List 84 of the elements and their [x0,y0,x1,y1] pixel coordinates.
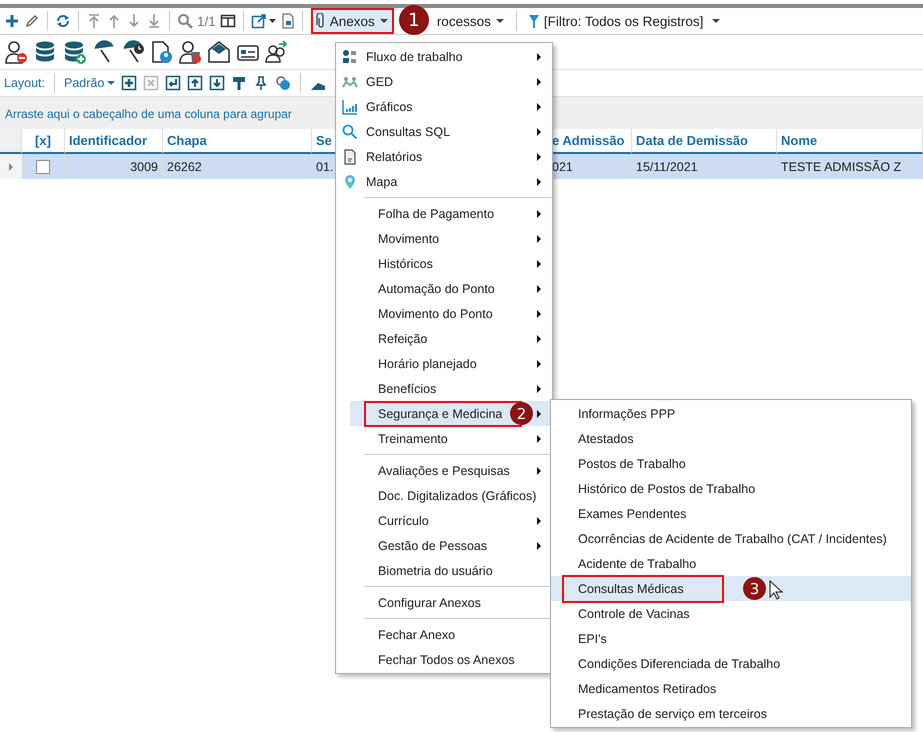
users-arrow-icon[interactable] [265,40,289,64]
workflow-icon [342,48,358,64]
table-cell: 26262 [163,154,312,179]
menu-item[interactable]: Históricos [350,251,550,276]
table-cell: 3009 [65,154,163,179]
first-record-icon[interactable] [86,13,102,29]
menu-item[interactable]: Fluxo de trabalho [336,44,550,69]
menu-item[interactable]: Biometria do usuário [350,558,550,583]
menu-item[interactable]: EPI's [551,626,911,651]
move-down-icon[interactable] [209,75,226,91]
pencil-icon[interactable] [24,13,40,29]
last-record-icon[interactable] [146,13,162,29]
step-badge: 3 [743,577,766,600]
enter-icon[interactable] [165,75,182,91]
menu-item[interactable]: Consultas SQL [336,119,550,144]
document-user-icon[interactable] [149,40,173,64]
menu-item[interactable]: Avaliações e Pesquisas [350,458,550,483]
add-icon[interactable] [4,13,20,29]
user-remove-icon[interactable] [4,40,28,64]
step-badge: 1 [398,5,429,35]
table-cell: 15/11/2021 [632,154,777,179]
menu-item[interactable]: Treinamento [350,426,550,451]
export-icon[interactable] [250,13,277,29]
menu-item[interactable]: Medicamentos Retirados [551,676,911,701]
menu-item[interactable]: Acidente de Trabalho [551,551,911,576]
menu-item[interactable]: Atestados [551,426,911,451]
menu-item[interactable]: Prestação de serviço em terceiros [551,701,911,726]
caret-icon [494,17,505,25]
columns-icon[interactable] [220,13,236,29]
menu-item[interactable]: Benefícios [350,376,550,401]
paperclip-icon [316,13,326,29]
refresh-icon[interactable] [55,13,71,29]
menu-item[interactable]: Horário planejado [350,351,550,376]
menu-item[interactable]: Fechar Todos os Anexos [350,647,550,672]
document-icon [342,148,358,164]
cursor-icon [769,580,783,600]
menu-item[interactable]: Postos de Trabalho [551,451,911,476]
page-counter: 1/1 [197,14,216,28]
filter-icon [528,13,540,29]
caret-icon [107,79,116,87]
checkbox[interactable] [36,160,50,174]
envelope-open-icon[interactable] [207,40,231,64]
menu-item[interactable]: Segurança e Medicina 2 [350,401,550,426]
database-add-icon[interactable] [62,40,86,64]
step-badge: 2 [510,402,533,425]
database-icon[interactable] [33,40,57,64]
menu-item[interactable]: Condições Diferenciada de Trabalho [551,651,911,676]
row-pointer-icon [8,162,14,170]
menu-item[interactable]: Consultas Médicas 3 [551,576,911,601]
menu-item[interactable]: Fechar Anexo [350,622,550,647]
document-icon[interactable] [280,13,295,29]
add-row-icon[interactable] [121,75,138,91]
search-icon[interactable] [177,13,193,29]
menu-item[interactable]: Histórico de Postos de Trabalho [551,476,911,501]
search-icon [342,124,358,140]
move-up-icon[interactable] [187,75,204,91]
menu-item[interactable]: Exames Pendentes [551,501,911,526]
shapes-icon[interactable] [275,75,292,91]
menu-item[interactable]: Folha de Pagamento [350,201,550,226]
user-delete-icon[interactable] [178,40,202,64]
bar-chart-icon [342,98,358,114]
menu-item[interactable]: Movimento do Ponto [350,301,550,326]
filter-button[interactable]: [Filtro: Todos os Registros] [524,9,726,33]
menu-item[interactable]: Controle de Vacinas [551,601,911,626]
pin-icon[interactable] [253,75,270,91]
menu-item[interactable]: Refeição [350,326,550,351]
menu-item[interactable]: Ocorrências de Acidente de Trabalho (CAT / Incidentes) [551,526,911,551]
menu-item[interactable]: Configurar Anexos [350,590,550,615]
menu-item[interactable]: Gráficos [336,94,550,119]
group-by-hint: Arraste aqui o cabeçalho de uma coluna para agrupar [5,107,292,121]
table-cell: TESTE ADMISSÃO Z [777,154,923,179]
caret-icon [378,17,389,25]
map-pin-icon [342,174,358,190]
menu-item[interactable]: Movimento [350,226,550,251]
menu-item[interactable]: Currículo [350,508,550,533]
menu-item[interactable]: Gestão de Pessoas [350,533,550,558]
menu-item[interactable]: GED [336,69,550,94]
layout-label: Layout: [4,76,46,90]
layout-dropdown[interactable]: Padrão [64,76,116,90]
menu-item[interactable]: Automação do Ponto [350,276,550,301]
attachments-button[interactable]: Anexos [312,9,393,33]
menu-item[interactable]: Informações PPP [551,401,911,426]
menu-item[interactable]: Doc. Digitalizados (Gráficos) [350,483,550,508]
processes-button[interactable]: rocessos [432,9,509,33]
